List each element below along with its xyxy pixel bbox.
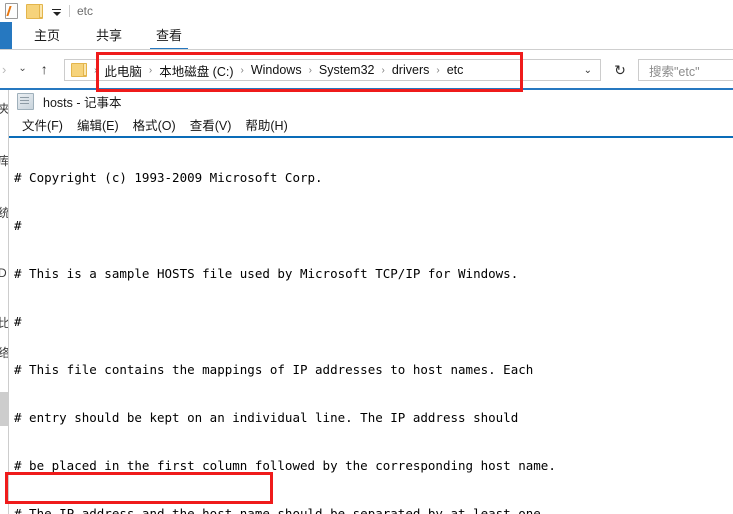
refresh-icon[interactable]: ↻ xyxy=(610,61,630,79)
breadcrumb-system32[interactable]: System32 xyxy=(319,63,375,77)
hosts-file-content: # Copyright (c) 1993-2009 Microsoft Corp… xyxy=(14,138,556,514)
breadcrumb-separator-2[interactable]: › xyxy=(241,65,244,76)
breadcrumb-local-disk-c[interactable]: 本地磁盘 (C:) xyxy=(159,61,233,80)
hosts-file-textarea[interactable]: # Copyright (c) 1993-2009 Microsoft Corp… xyxy=(9,138,733,514)
notepad-title-bar: hosts - 记事本 xyxy=(9,90,733,113)
properties-icon[interactable] xyxy=(5,3,18,19)
tab-file[interactable] xyxy=(0,22,12,50)
menu-format[interactable]: 格式(O) xyxy=(133,115,176,134)
forward-button[interactable]: › xyxy=(2,63,6,76)
address-dropdown-chevron-icon[interactable]: ⌄ xyxy=(584,65,592,76)
hosts-line: # Copyright (c) 1993-2009 Microsoft Corp… xyxy=(14,170,323,185)
search-input[interactable]: 搜索"etc" xyxy=(638,59,733,81)
folder-icon xyxy=(71,63,87,77)
notepad-app-icon xyxy=(17,93,34,110)
breadcrumb-this-pc[interactable]: 此电脑 xyxy=(104,61,142,80)
breadcrumb-separator-0[interactable]: › xyxy=(94,65,97,76)
nav-item-disk-d[interactable]: D xyxy=(0,266,7,280)
new-folder-icon[interactable] xyxy=(26,3,43,19)
recent-locations-button[interactable]: ⌄ xyxy=(18,64,26,74)
window-title: etc xyxy=(77,4,94,18)
breadcrumb-drivers[interactable]: drivers xyxy=(392,63,430,77)
up-button[interactable]: ↑ xyxy=(41,62,48,76)
notepad-menu-bar: 文件(F) 编辑(E) 格式(O) 查看(V) 帮助(H) xyxy=(9,113,733,136)
quick-access-toolbar: etc xyxy=(0,0,733,22)
breadcrumb-windows[interactable]: Windows xyxy=(251,63,302,77)
menu-view[interactable]: 查看(V) xyxy=(190,115,232,134)
toolbar-divider xyxy=(69,5,70,17)
tab-share[interactable]: 共享 xyxy=(94,22,124,50)
ribbon-tab-bar: 主页 共享 查看 xyxy=(0,22,733,50)
tab-home[interactable]: 主页 xyxy=(32,22,62,50)
breadcrumb-separator-5[interactable]: › xyxy=(436,65,439,76)
address-bar[interactable]: › 此电脑 › 本地磁盘 (C:) › Windows › System32 ›… xyxy=(64,59,601,81)
hosts-line: # xyxy=(14,314,22,329)
notepad-window: hosts - 记事本 文件(F) 编辑(E) 格式(O) 查看(V) 帮助(H… xyxy=(8,90,733,514)
hosts-line: # This file contains the mappings of IP … xyxy=(14,362,534,377)
hosts-line: # This is a sample HOSTS file used by Mi… xyxy=(14,266,519,281)
tab-view[interactable]: 查看 xyxy=(150,22,189,50)
hosts-line: # be placed in the first column followed… xyxy=(14,458,556,473)
breadcrumb-etc[interactable]: etc xyxy=(447,63,464,77)
menu-edit[interactable]: 编辑(E) xyxy=(77,115,119,134)
hosts-line: # xyxy=(14,218,22,233)
breadcrumb-separator-1[interactable]: › xyxy=(149,65,152,76)
breadcrumb-separator-3[interactable]: › xyxy=(309,65,312,76)
notepad-title-text: hosts - 记事本 xyxy=(43,96,122,110)
hosts-line: # The IP address and the host name shoul… xyxy=(14,506,541,514)
hosts-line: # entry should be kept on an individual … xyxy=(14,410,519,425)
customize-quick-access-chevron-icon[interactable] xyxy=(52,8,61,16)
breadcrumb-separator-4[interactable]: › xyxy=(382,65,385,76)
menu-file[interactable]: 文件(F) xyxy=(22,115,63,134)
search-placeholder-text: 搜索"etc" xyxy=(649,64,700,79)
menu-help[interactable]: 帮助(H) xyxy=(245,115,287,134)
